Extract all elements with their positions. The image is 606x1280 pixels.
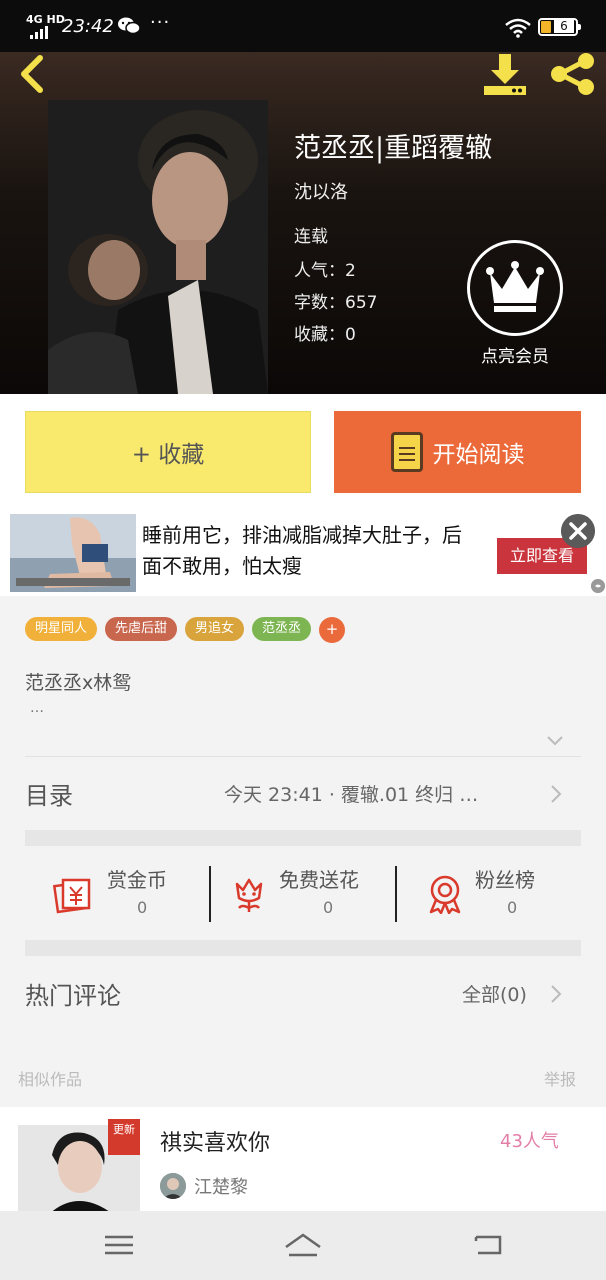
tag-item[interactable]: 先虐后甜 — [105, 617, 178, 641]
vip-label: 点亮会员 — [481, 347, 549, 367]
more-notifications-icon: ··· — [150, 12, 171, 33]
download-icon[interactable] — [482, 52, 528, 96]
divider — [25, 756, 581, 757]
stat-name: 免费送花 — [279, 868, 359, 892]
add-tag-button[interactable]: + — [319, 617, 346, 643]
book-cover[interactable] — [48, 100, 268, 394]
similar-work-item[interactable]: 更新 祺实喜欢你 43人气 江楚黎 — [0, 1107, 606, 1211]
ad-banner[interactable]: 睡前用它，排油减脂减掉大肚子，后面不敢用，怕太瘦 立即查看 — [0, 506, 606, 596]
book-favorites-count: 收藏：0 — [294, 325, 356, 345]
book-header: 范丞丞|重蹈覆辙 沈以洛 连载 人气：2 字数：657 收藏：0 点亮会员 — [0, 52, 606, 394]
vip-button[interactable]: 点亮会员 — [466, 240, 564, 368]
tag-item[interactable]: 明星同人 — [25, 617, 98, 641]
book-author[interactable]: 沈以洛 — [294, 178, 348, 204]
stat-count: 0 — [323, 898, 334, 917]
similar-work-title: 祺实喜欢你 — [160, 1131, 271, 1156]
red-envelope-icon — [53, 878, 91, 914]
ad-image — [10, 514, 136, 592]
ad-info-icon[interactable] — [591, 579, 605, 593]
status-bar: 4G HD 23:42 ··· 6 — [0, 0, 606, 52]
all-comments-link[interactable]: 全部(0) — [462, 980, 527, 1007]
section-separator — [25, 830, 581, 846]
book-status: 连载 — [294, 227, 328, 247]
home-icon[interactable] — [283, 1229, 323, 1261]
update-badge: 更新 — [108, 1119, 140, 1155]
wifi-icon — [505, 18, 531, 38]
cover-image — [48, 100, 268, 394]
stat-count: 0 — [137, 898, 148, 917]
stats-row: 赏金币 0 免费送花 0 粉丝榜 0 — [25, 846, 581, 940]
signal-icon — [30, 26, 48, 39]
tag-list: 明星同人 先虐后甜 男追女 范丞丞 + — [25, 617, 346, 643]
chevron-right-icon[interactable] — [550, 984, 562, 1004]
tag-item[interactable]: 范丞丞 — [252, 617, 312, 641]
medal-icon — [429, 875, 461, 914]
wechat-icon — [118, 17, 140, 35]
fan-ranking-button[interactable]: 粉丝榜 0 — [397, 846, 581, 940]
battery-level: 6 — [554, 19, 574, 33]
crown-icon — [467, 240, 563, 336]
book-icon — [390, 432, 423, 472]
back-icon[interactable] — [472, 1229, 504, 1261]
stat-name: 赏金币 — [107, 868, 167, 892]
reward-coins-button[interactable]: 赏金币 0 — [25, 846, 209, 940]
synopsis-text: 范丞丞x林鸳 — [25, 672, 132, 694]
free-flower-button[interactable]: 免费送花 0 — [211, 846, 395, 940]
ad-text: 睡前用它，排油减脂减掉大肚子，后面不敢用，怕太瘦 — [142, 523, 462, 578]
tag-item[interactable]: 男追女 — [185, 617, 245, 641]
similar-work-popularity: 43人气 — [500, 1131, 559, 1152]
avatar — [160, 1173, 186, 1199]
system-nav-bar — [0, 1211, 606, 1280]
chevron-down-icon[interactable] — [546, 732, 564, 750]
hot-comments-label: 热门评论 — [25, 982, 121, 1010]
start-reading-label: 开始阅读 — [432, 442, 525, 468]
close-icon[interactable] — [561, 514, 595, 548]
menu-icon[interactable] — [104, 1229, 134, 1261]
stat-name: 粉丝榜 — [475, 868, 535, 892]
catalog-latest-chapter[interactable]: 今天 23:41 · 覆辙.01 终归 … — [224, 780, 478, 807]
flower-icon — [235, 878, 263, 912]
book-word-count: 字数：657 — [294, 293, 378, 313]
start-reading-button[interactable]: 开始阅读 — [334, 411, 581, 493]
report-link[interactable]: 举报 — [544, 1066, 576, 1090]
similar-work-author: 江楚黎 — [194, 1177, 248, 1198]
section-separator — [25, 940, 581, 956]
catalog-label[interactable]: 目录 — [25, 776, 73, 811]
clock: 23:42 — [62, 16, 114, 37]
similar-works-label: 相似作品 — [18, 1070, 83, 1089]
network-indicator: 4G HD — [26, 13, 65, 26]
stat-count: 0 — [507, 898, 518, 917]
battery-fill — [541, 21, 551, 33]
chevron-right-icon[interactable] — [550, 784, 562, 804]
book-title: 范丞丞|重蹈覆辙 — [294, 133, 493, 164]
action-bar: + 收藏 开始阅读 — [0, 394, 606, 506]
back-button[interactable] — [14, 54, 50, 94]
share-icon[interactable] — [548, 52, 596, 96]
battery-icon: 6 — [538, 18, 581, 36]
synopsis-ellipsis: … — [30, 700, 44, 716]
add-favorite-button[interactable]: + 收藏 — [25, 411, 311, 493]
book-popularity: 人气：2 — [294, 261, 356, 281]
